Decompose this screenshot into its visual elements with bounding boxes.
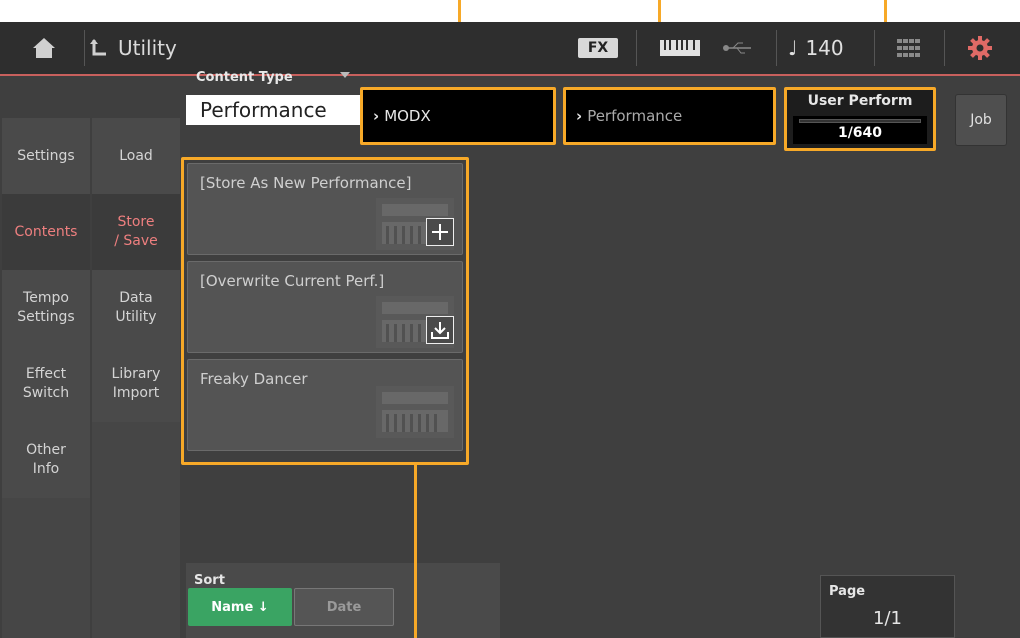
- bank-count-value: 1/640: [837, 125, 883, 141]
- bank-selector[interactable]: User Perform 1/640: [784, 87, 936, 151]
- chevron-right-icon: ›: [576, 107, 583, 125]
- menu-label: Contents: [14, 223, 78, 240]
- menu-settings[interactable]: Settings: [2, 118, 90, 194]
- return-arrow-icon: [90, 39, 106, 56]
- page-title: Utility: [118, 36, 177, 60]
- menu-label: Tempo Settings: [17, 290, 75, 325]
- left-menu: Settings Contents Tempo Settings Effect …: [0, 76, 182, 638]
- submenu-library-import[interactable]: Library Import: [92, 346, 180, 422]
- keyboard-icon: [650, 22, 710, 74]
- path-field-2[interactable]: › Performance: [563, 87, 776, 145]
- bank-title: User Perform: [807, 93, 913, 109]
- content-list: [Store As New Performance] [Overwrite Cu…: [181, 157, 469, 465]
- divider: [874, 30, 875, 66]
- sort-date-button[interactable]: Date: [294, 588, 394, 626]
- home-icon: [33, 38, 55, 58]
- divider: [944, 30, 945, 66]
- submenu-empty: [92, 498, 180, 574]
- submenu-label: Library Import: [111, 366, 161, 401]
- page-label: Page: [829, 584, 866, 599]
- fx-badge[interactable]: FX: [578, 38, 618, 58]
- path-label: Performance: [587, 107, 683, 125]
- menu-other-info[interactable]: Other Info: [2, 422, 90, 498]
- list-item-label: [Overwrite Current Perf.]: [200, 272, 385, 290]
- tempo-display[interactable]: ♩ 140: [788, 22, 868, 74]
- top-bar: Utility FX ♩ 140: [0, 22, 1020, 74]
- submenu-label: Store / Save: [114, 214, 158, 249]
- submenu-store-save[interactable]: Store / Save: [92, 194, 180, 270]
- menu-label: Settings: [17, 147, 75, 164]
- usb-icon: [708, 22, 768, 74]
- download-icon: [426, 316, 454, 344]
- menu-effect-switch[interactable]: Effect Switch: [2, 346, 90, 422]
- home-button[interactable]: [16, 22, 72, 74]
- submenu-empty: [92, 422, 180, 498]
- divider: [776, 30, 777, 66]
- sort-name-button[interactable]: Name ↓: [188, 588, 292, 626]
- menu-label: Other Info: [26, 442, 66, 477]
- list-item-label: [Store As New Performance]: [200, 174, 412, 192]
- dropdown-arrow-icon: [340, 72, 350, 78]
- list-item-store-new[interactable]: [Store As New Performance]: [187, 163, 463, 255]
- submenu-label: Data Utility: [115, 290, 157, 325]
- grid-icon[interactable]: [884, 22, 934, 74]
- page-value[interactable]: 1/1: [821, 608, 954, 629]
- menu-empty: [2, 574, 90, 638]
- quarter-note-icon: ♩: [788, 36, 798, 60]
- path-field-1[interactable]: › MODX: [360, 87, 556, 145]
- bank-usage-bar: [799, 119, 921, 123]
- content-type-label: Content Type: [196, 70, 293, 85]
- page-panel: Page 1/1: [820, 575, 955, 638]
- tempo-value: 140: [805, 36, 844, 60]
- divider: [636, 30, 637, 66]
- content-type-select[interactable]: Performance: [186, 95, 361, 125]
- menu-contents[interactable]: Contents: [2, 194, 90, 270]
- job-button[interactable]: Job: [955, 94, 1007, 146]
- screen: Utility FX ♩ 140 Settings Contents Tempo…: [0, 22, 1020, 638]
- back-button[interactable]: Utility: [90, 22, 200, 74]
- sort-label: Sort: [194, 573, 225, 588]
- submenu-empty: [92, 574, 180, 638]
- list-item-label: Freaky Dancer: [200, 370, 308, 388]
- list-item-overwrite[interactable]: [Overwrite Current Perf.]: [187, 261, 463, 353]
- submenu-load[interactable]: Load: [92, 118, 180, 194]
- menu-tempo-settings[interactable]: Tempo Settings: [2, 270, 90, 346]
- gear-icon[interactable]: [955, 22, 1005, 74]
- list-item-performance[interactable]: Freaky Dancer: [187, 359, 463, 451]
- chevron-right-icon: ›: [373, 107, 380, 125]
- divider: [84, 30, 85, 66]
- menu-label: Effect Switch: [22, 366, 70, 401]
- plus-icon: [426, 218, 454, 246]
- callout-line-list: [414, 465, 417, 638]
- menu-empty: [2, 498, 90, 574]
- submenu-data-utility[interactable]: Data Utility: [92, 270, 180, 346]
- synth-thumbnail-icon: [376, 386, 454, 438]
- path-label: MODX: [384, 107, 431, 125]
- submenu-label: Load: [119, 147, 153, 164]
